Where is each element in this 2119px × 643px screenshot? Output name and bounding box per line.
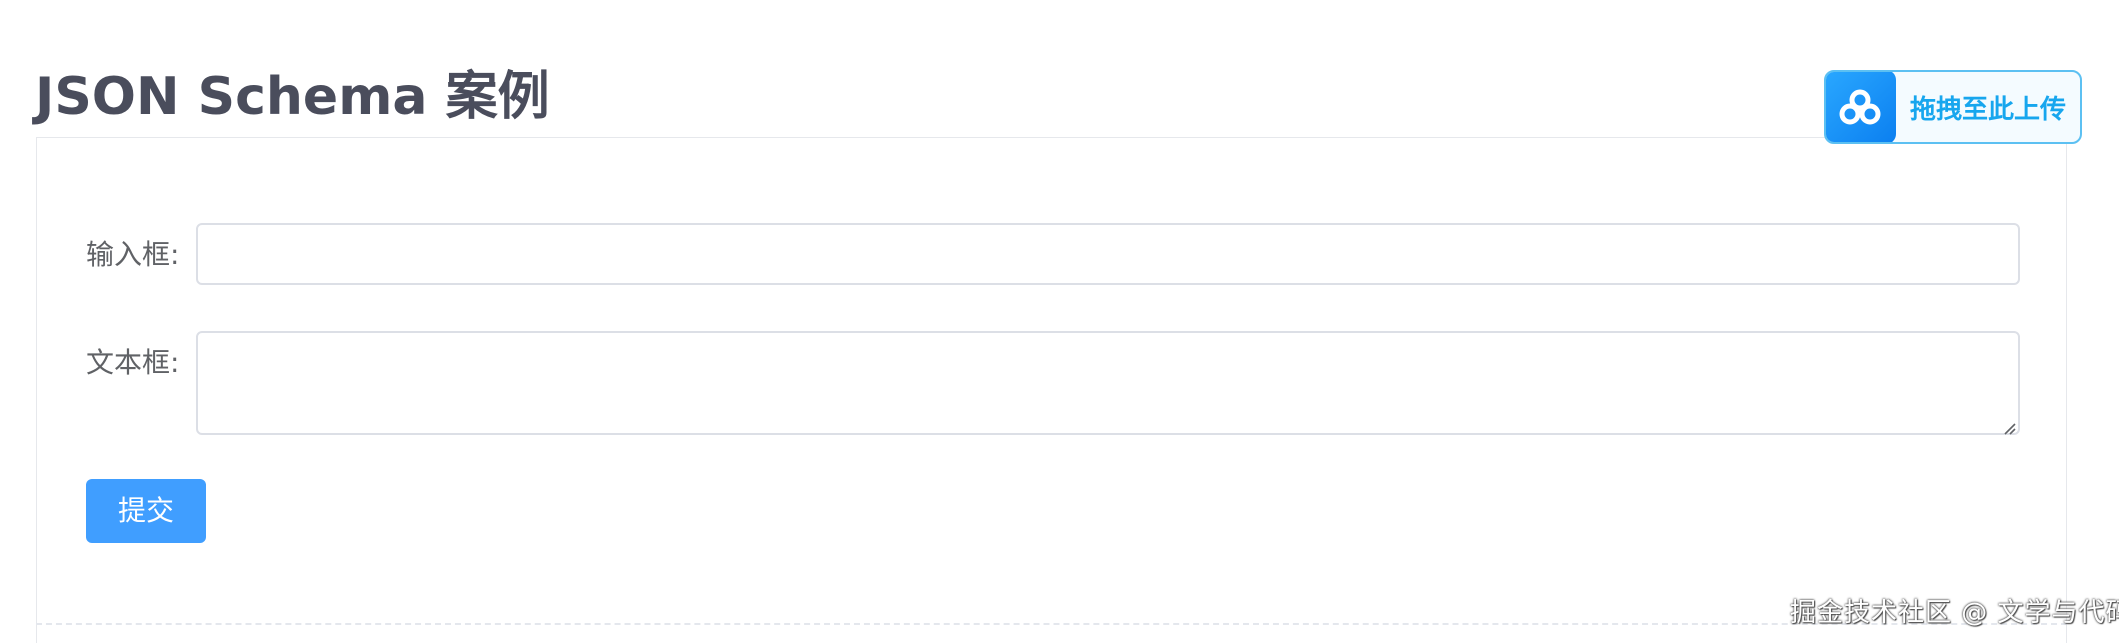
- page: JSON Schema 案例 输入框: 文本框: 提交 拖拽至此上传 掘金技术社…: [0, 0, 2119, 643]
- submit-button[interactable]: 提交: [86, 479, 206, 543]
- form-row-textarea: 文本框:: [86, 331, 2020, 439]
- page-title: JSON Schema 案例: [35, 67, 550, 127]
- input-label: 输入框:: [86, 238, 180, 271]
- cloud-icon: [1826, 72, 1896, 142]
- text-input[interactable]: [196, 223, 2020, 285]
- watermark: 掘金技术社区 @ 文学与代码: [1790, 598, 2119, 628]
- form-row-input: 输入框:: [86, 223, 2020, 287]
- upload-label: 拖拽至此上传: [1910, 94, 2067, 125]
- textarea-wrapper: [196, 331, 2020, 439]
- textarea-label: 文本框:: [86, 346, 180, 379]
- upload-drop-zone[interactable]: 拖拽至此上传: [1824, 70, 2082, 144]
- resize-handle-icon[interactable]: [2002, 421, 2016, 435]
- card-divider: [36, 623, 2067, 625]
- textarea-field[interactable]: [196, 331, 2020, 435]
